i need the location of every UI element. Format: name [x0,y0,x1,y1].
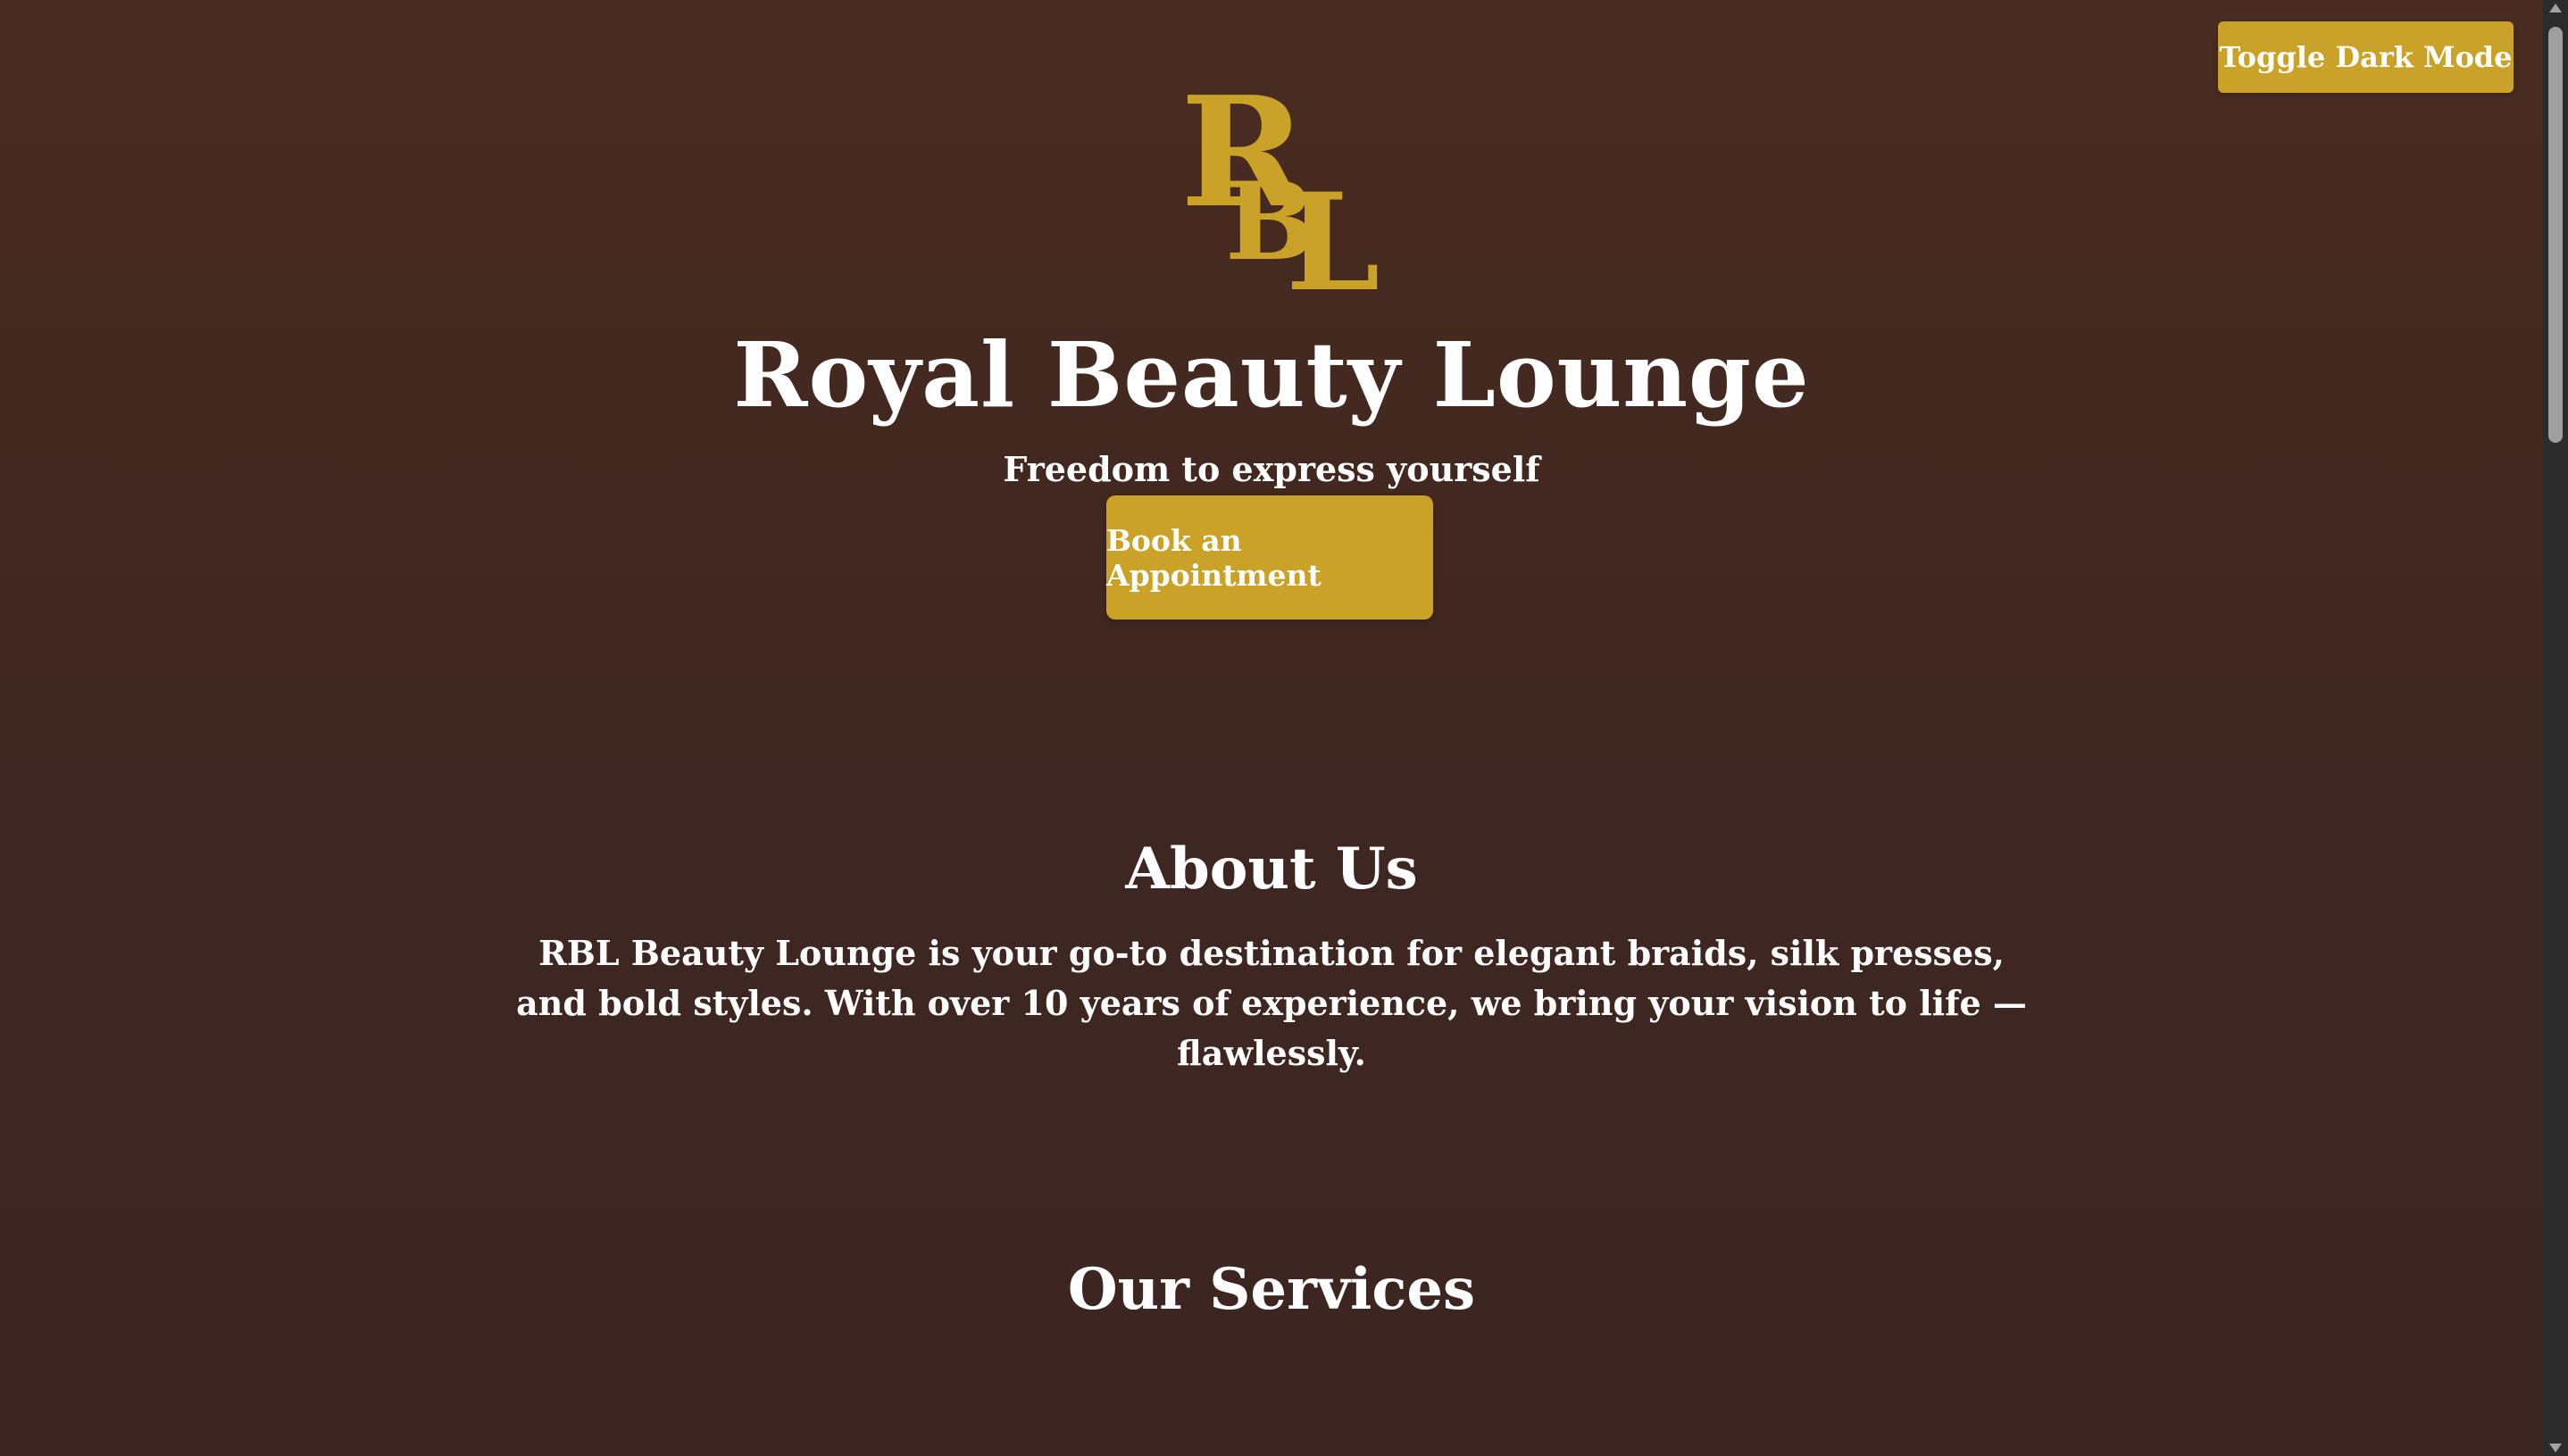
toggle-dark-mode-button[interactable]: Toggle Dark Mode [2218,21,2514,93]
tagline: Freedom to express yourself [1003,449,1540,489]
page-viewport: Toggle Dark Mode R B L Royal Beauty Loun… [0,0,2543,1456]
about-text: RBL Beauty Lounge is your go-to destinat… [516,933,2027,1073]
svg-text:L: L [1286,164,1380,304]
vertical-scrollbar[interactable] [2543,0,2568,1456]
services-heading: Our Services [1067,1256,1476,1323]
rbl-logo: R B L [1180,71,1380,304]
site-title: Royal Beauty Lounge [733,322,1810,428]
scroll-up-arrow-icon[interactable] [2549,4,2562,12]
book-appointment-button[interactable]: Book an Appointment [1106,495,1433,620]
scrollbar-thumb[interactable] [2548,27,2563,443]
about-heading: About Us [1125,836,1418,903]
scroll-down-arrow-icon[interactable] [2549,1444,2562,1452]
